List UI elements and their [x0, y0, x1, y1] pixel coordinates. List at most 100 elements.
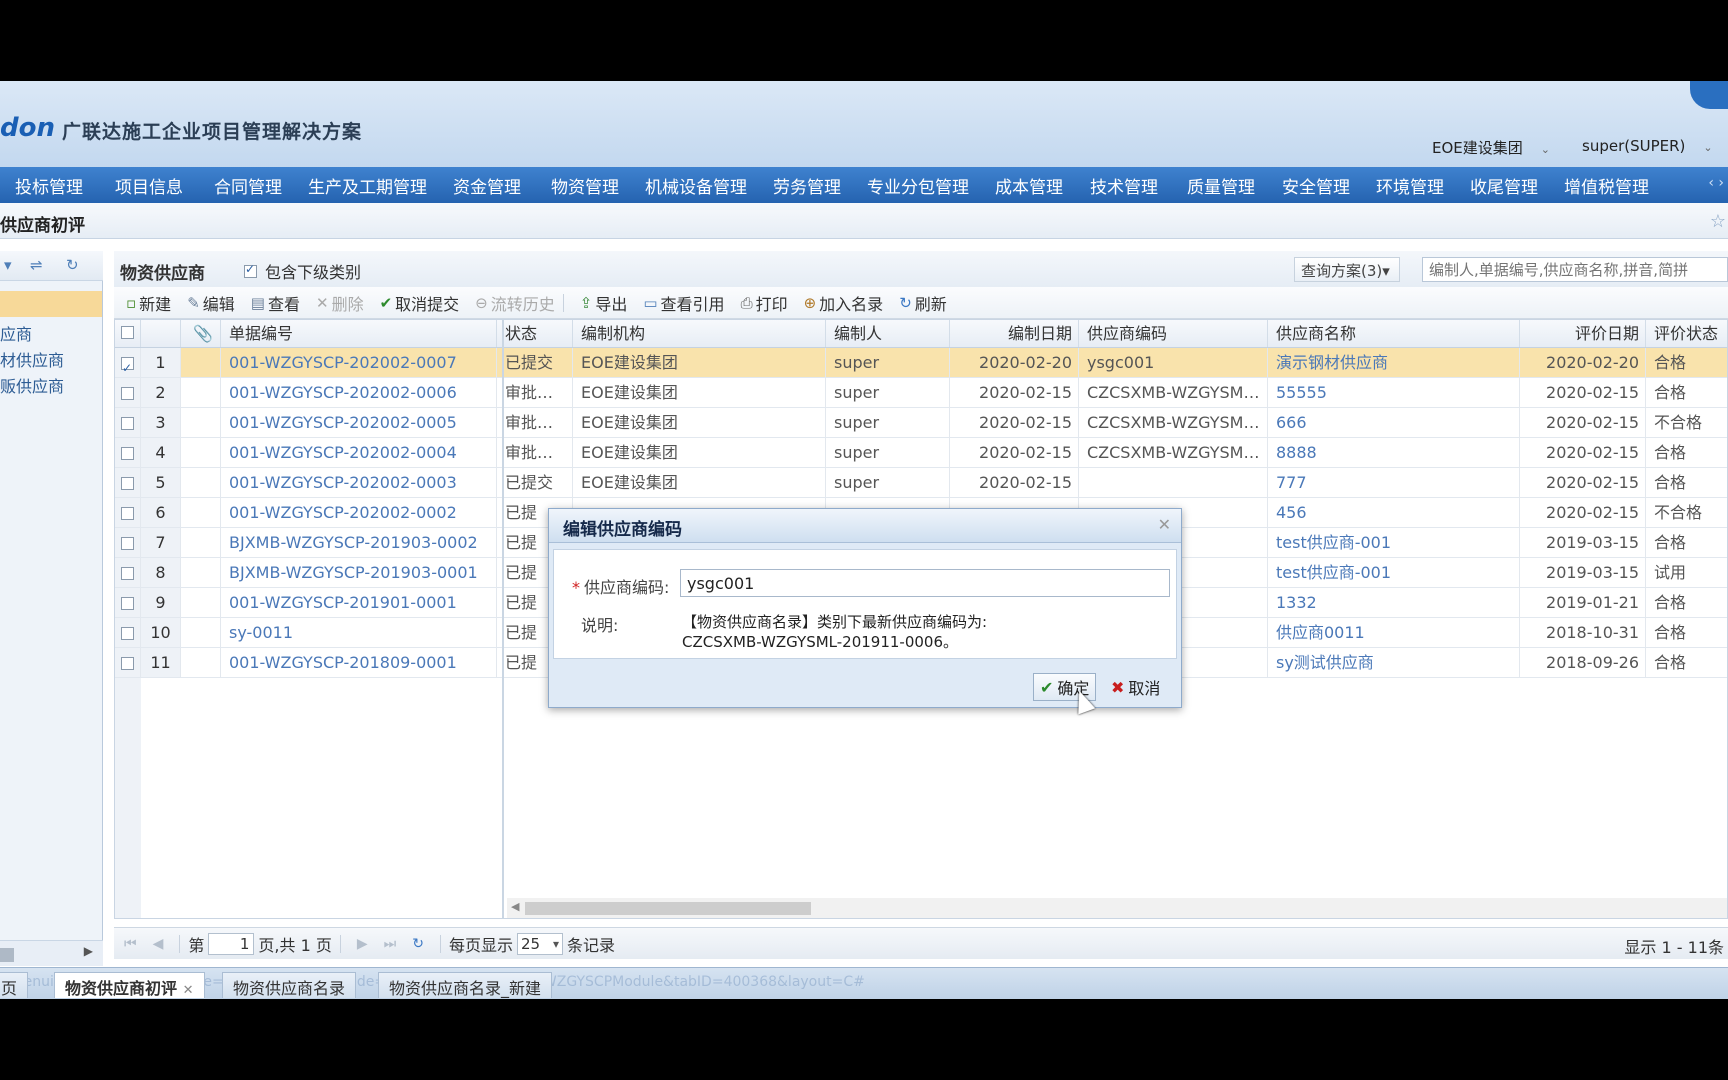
- nav-item-safety[interactable]: 安全管理: [1282, 173, 1350, 198]
- supplier-name-cell[interactable]: 8888: [1268, 438, 1520, 467]
- user-menu[interactable]: super(SUPER) ⌄: [1582, 137, 1713, 155]
- nav-item-funds[interactable]: 资金管理: [453, 173, 521, 198]
- tab-supplier-eval[interactable]: 物资供应商初评 ✕: [54, 972, 205, 998]
- doc-no-cell[interactable]: BJXMB-WZGYSCP-201903-0002: [221, 528, 497, 557]
- row-checkbox[interactable]: [115, 378, 141, 407]
- header-supplier-code[interactable]: 供应商编码: [1079, 320, 1268, 347]
- refresh-icon[interactable]: ↻: [412, 936, 424, 952]
- header-doc-no[interactable]: 单据编号: [221, 320, 497, 347]
- flow-history-button[interactable]: ⊖ 流转历史: [475, 291, 555, 315]
- supplier-name-cell[interactable]: 1332: [1268, 588, 1520, 617]
- nav-item-cost[interactable]: 成本管理: [995, 173, 1063, 198]
- close-icon[interactable]: ✕: [1158, 515, 1171, 534]
- chevron-left-icon[interactable]: ◀: [511, 900, 519, 913]
- table-row[interactable]: 5 001-WZGYSCP-202002-0003 已提交 EOE建设集团 super 2…: [115, 468, 1727, 498]
- checkbox-icon[interactable]: [121, 326, 134, 339]
- nav-item-bidding[interactable]: 投标管理: [15, 173, 83, 198]
- row-checkbox[interactable]: [115, 558, 141, 587]
- select-all-checkbox[interactable]: [115, 320, 141, 347]
- checkbox-icon[interactable]: [121, 537, 134, 550]
- dialog-header[interactable]: 编辑供应商编码 ✕: [549, 509, 1181, 543]
- checkbox-icon[interactable]: [244, 262, 257, 278]
- supplier-name-cell[interactable]: test供应商-001: [1268, 528, 1520, 557]
- checkbox-icon[interactable]: [121, 627, 134, 640]
- corner-tab[interactable]: [1690, 81, 1728, 109]
- supplier-name-cell[interactable]: sy测试供应商: [1268, 648, 1520, 677]
- nav-item-environment[interactable]: 环境管理: [1376, 173, 1444, 198]
- first-page-icon[interactable]: ⏮: [124, 936, 137, 952]
- nav-item-vat[interactable]: 增值税管理: [1564, 173, 1649, 198]
- row-checkbox[interactable]: [115, 468, 141, 497]
- nav-item-quality[interactable]: 质量管理: [1187, 173, 1255, 198]
- row-checkbox[interactable]: [115, 618, 141, 647]
- view-button[interactable]: ▤ 查看: [251, 291, 300, 315]
- tree-item-selected[interactable]: [0, 291, 102, 317]
- close-icon[interactable]: ✕: [183, 983, 194, 998]
- row-checkbox[interactable]: [115, 588, 141, 617]
- cancel-submit-button[interactable]: ✔ 取消提交: [380, 291, 460, 315]
- checkbox-icon[interactable]: [121, 447, 134, 460]
- cancel-button[interactable]: ✖ 取消: [1105, 673, 1166, 701]
- star-icon[interactable]: ☆: [1710, 211, 1726, 232]
- page-size-select[interactable]: 25: [517, 932, 563, 955]
- doc-no-cell[interactable]: 001-WZGYSCP-202002-0007: [221, 348, 497, 377]
- doc-no-cell[interactable]: 001-WZGYSCP-202002-0002: [221, 498, 497, 527]
- supplier-name-cell[interactable]: 供应商0011: [1268, 618, 1520, 647]
- nav-item-machinery[interactable]: 机械设备管理: [645, 173, 747, 198]
- row-checkbox[interactable]: [115, 648, 141, 677]
- row-checkbox[interactable]: [115, 498, 141, 527]
- refresh-icon[interactable]: ↻: [66, 256, 79, 274]
- supplier-name-cell[interactable]: 456: [1268, 498, 1520, 527]
- supplier-name-cell[interactable]: 演示钢材供应商: [1268, 348, 1520, 377]
- add-to-list-button[interactable]: ⊕ 加入名录: [804, 291, 884, 315]
- header-attachment[interactable]: 📎: [181, 320, 221, 347]
- nav-item-labor[interactable]: 劳务管理: [773, 173, 841, 198]
- nav-item-project-info[interactable]: 项目信息: [115, 173, 183, 198]
- export-button[interactable]: ⇪ 导出: [580, 291, 628, 315]
- nav-item-tech[interactable]: 技术管理: [1090, 173, 1158, 198]
- checkbox-icon[interactable]: [121, 657, 134, 670]
- nav-item-contract[interactable]: 合同管理: [214, 173, 282, 198]
- nav-item-production[interactable]: 生产及工期管理: [308, 173, 427, 198]
- chevron-right-icon[interactable]: ▶: [84, 944, 93, 958]
- search-input[interactable]: [1422, 257, 1728, 282]
- last-page-icon[interactable]: ⏭: [384, 936, 397, 952]
- doc-no-cell[interactable]: sy-0011: [221, 618, 497, 647]
- dropdown-icon[interactable]: ▾: [4, 256, 12, 274]
- doc-no-cell[interactable]: 001-WZGYSCP-202002-0003: [221, 468, 497, 497]
- horizontal-scrollbar[interactable]: ◀: [507, 898, 1727, 918]
- page-number-input[interactable]: 1: [208, 932, 255, 955]
- table-row[interactable]: 3 001-WZGYSCP-202002-0005 审批… EOE建设集团 super 2…: [115, 408, 1727, 438]
- nav-item-subcontract[interactable]: 专业分包管理: [867, 173, 969, 198]
- collapse-tree-icon[interactable]: ⇌: [30, 256, 43, 274]
- supplier-code-input[interactable]: [680, 569, 1170, 597]
- new-button[interactable]: ▫ 新建: [126, 291, 171, 315]
- header-author[interactable]: 编制人: [826, 320, 950, 347]
- checkbox-icon[interactable]: [121, 597, 134, 610]
- table-row[interactable]: 4 001-WZGYSCP-202002-0004 审批… EOE建设集团 super 2…: [115, 438, 1727, 468]
- checkbox-icon[interactable]: [121, 417, 134, 430]
- header-org[interactable]: 编制机构: [573, 320, 826, 347]
- print-button[interactable]: ⎙ 打印: [741, 291, 788, 315]
- prev-page-icon[interactable]: ◀: [153, 936, 164, 952]
- table-row[interactable]: 1001-WZGYSCP-202002-0007已提交EOE建设集团super2…: [115, 348, 1727, 378]
- tab-supplier-list-new[interactable]: 物资供应商名录_新建: [378, 972, 553, 998]
- doc-no-cell[interactable]: 001-WZGYSCP-201901-0001: [221, 588, 497, 617]
- tab-supplier-list[interactable]: 物资供应商名录: [222, 972, 357, 998]
- supplier-name-cell[interactable]: test供应商-001: [1268, 558, 1520, 587]
- checkbox-icon[interactable]: [121, 567, 134, 580]
- doc-no-cell[interactable]: BJXMB-WZGYSCP-201903-0001: [221, 558, 497, 587]
- header-status[interactable]: 状态: [497, 320, 573, 347]
- row-checkbox[interactable]: [115, 348, 141, 377]
- header-date[interactable]: 编制日期: [950, 320, 1079, 347]
- next-page-icon[interactable]: ▶: [357, 936, 368, 952]
- supplier-name-cell[interactable]: 55555: [1268, 378, 1520, 407]
- doc-no-cell[interactable]: 001-WZGYSCP-202002-0004: [221, 438, 497, 467]
- row-checkbox[interactable]: [115, 528, 141, 557]
- supplier-name-cell[interactable]: 777: [1268, 468, 1520, 497]
- nav-item-closing[interactable]: 收尾管理: [1470, 173, 1538, 198]
- doc-no-cell[interactable]: 001-WZGYSCP-202002-0005: [221, 408, 497, 437]
- checkbox-icon[interactable]: [121, 387, 134, 400]
- checkbox-icon[interactable]: [121, 507, 134, 520]
- nav-item-materials[interactable]: 物资管理: [551, 173, 619, 198]
